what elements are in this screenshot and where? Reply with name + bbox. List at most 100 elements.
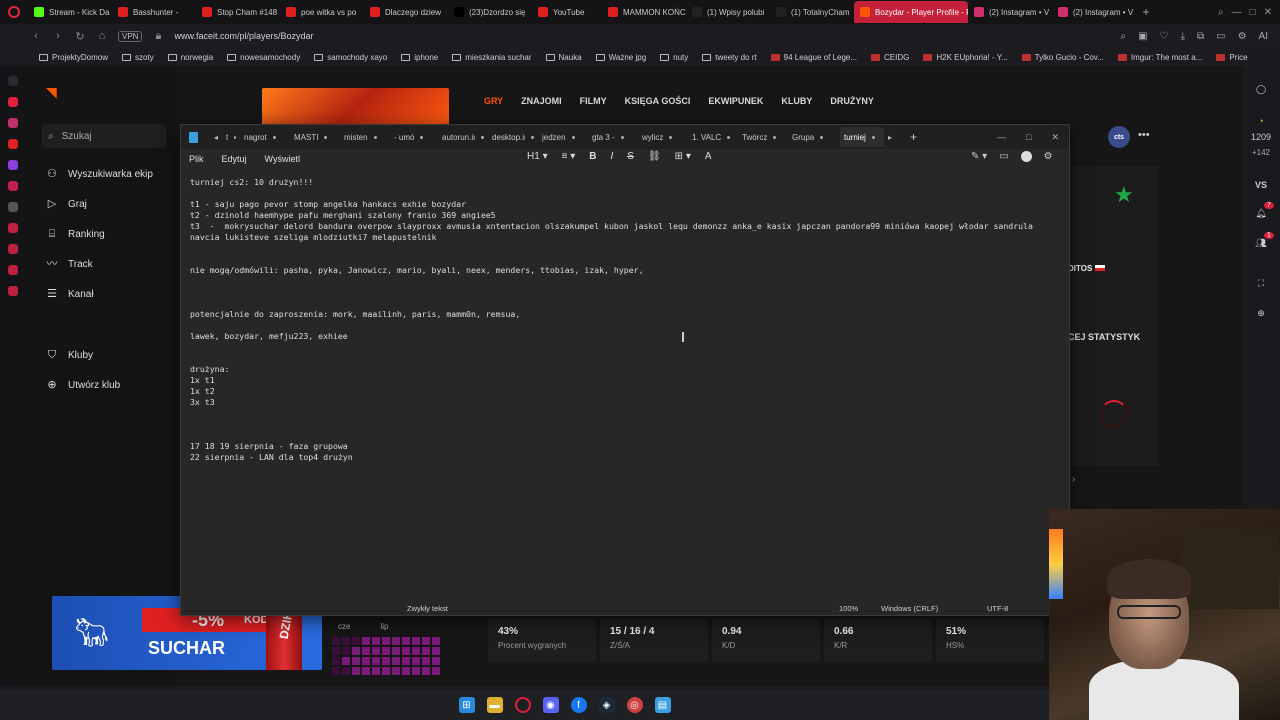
- maximize-button[interactable]: □: [1250, 7, 1256, 18]
- faceit-top-tab[interactable]: EKWIPUNEK: [708, 96, 763, 106]
- faceit-nav-item[interactable]: ⚇ Wyszukiwarka ekip: [46, 168, 153, 180]
- unsaved-dot-icon[interactable]: [669, 135, 673, 139]
- download-icon[interactable]: ⤓: [1181, 31, 1185, 42]
- unsaved-dot-icon[interactable]: [820, 135, 824, 139]
- bookmark-item[interactable]: Price history, price...: [1209, 53, 1250, 62]
- heart-sidebar-icon[interactable]: [8, 265, 18, 275]
- messenger-icon[interactable]: [8, 76, 18, 86]
- unsaved-dot-icon[interactable]: [727, 135, 731, 139]
- browser-tab[interactable]: Basshunter -: [112, 1, 196, 23]
- faceit-nav-item[interactable]: ⊕ Utwórz klub: [46, 379, 120, 391]
- file-explorer-icon[interactable]: ▬: [486, 697, 503, 713]
- more-icon[interactable]: •••: [1138, 129, 1150, 141]
- bookmark-item[interactable]: nuty: [653, 53, 695, 62]
- faceit-nav-item[interactable]: 〰 Track: [46, 258, 93, 270]
- instagram-icon[interactable]: [8, 118, 18, 128]
- bookmark-item[interactable]: mieszkania suchar: [445, 53, 538, 62]
- notepad-tab[interactable]: t: [222, 127, 240, 147]
- bookmark-item[interactable]: CEIDG: [864, 53, 916, 62]
- easy-setup-icon[interactable]: ⚙: [1238, 31, 1247, 42]
- search-icon[interactable]: ⌕: [1121, 31, 1127, 42]
- browser-tab[interactable]: Stop Cham #148: [196, 1, 280, 23]
- new-notepad-tab-button[interactable]: +: [896, 130, 931, 144]
- notepad-taskbar-icon[interactable]: ▤: [654, 697, 671, 713]
- chat-icon[interactable]: ▭: [999, 151, 1008, 162]
- search-tabs-icon[interactable]: ⌕: [1218, 7, 1224, 18]
- twitch-icon[interactable]: [8, 160, 18, 170]
- faceit-top-tab[interactable]: ZNAJOMI: [521, 96, 562, 106]
- x-icon[interactable]: [8, 202, 18, 212]
- menu-item[interactable]: Edytuj: [222, 154, 247, 164]
- browser-tab[interactable]: (2) Instagram • V: [1052, 1, 1136, 23]
- notepad-tab[interactable]: desktop.ini: [488, 127, 538, 147]
- vpn-badge[interactable]: VPN: [118, 30, 143, 42]
- scroll-tabs-left-icon[interactable]: ◂: [210, 133, 222, 142]
- snapshot-icon[interactable]: ▣: [1138, 31, 1147, 42]
- faceit-nav-item[interactable]: ▷ Graj: [46, 198, 87, 210]
- chevron-right-icon[interactable]: ›: [1072, 474, 1075, 485]
- account-avatar[interactable]: [1020, 151, 1032, 162]
- browser-tab[interactable]: Stream - Kick Da: [28, 1, 112, 23]
- bell-icon[interactable]: 🔔︎: [1242, 208, 1280, 219]
- faceit-logo-icon[interactable]: ◥: [46, 84, 62, 100]
- unsaved-dot-icon[interactable]: [531, 135, 534, 139]
- browser-tab[interactable]: MAMMON KOŃC: [602, 1, 686, 23]
- faceit-search[interactable]: ⌕ Szukaj: [42, 124, 166, 148]
- bookmark-item[interactable]: iphone: [394, 53, 445, 62]
- cts-badge[interactable]: cts: [1108, 126, 1130, 148]
- opera-logo-icon[interactable]: [0, 0, 28, 24]
- notepad-tab[interactable]: Grupa: [788, 127, 840, 147]
- spotify-icon[interactable]: [8, 181, 18, 191]
- notepad-text-area[interactable]: turniej cs2: 10 drużyn!!! t1 - saju pago …: [190, 177, 1060, 593]
- bookmark-item[interactable]: Imgur: The most a...: [1111, 53, 1209, 62]
- bookmark-item[interactable]: Tylko Gucio - Cov...: [1015, 53, 1111, 62]
- unsaved-dot-icon[interactable]: [272, 135, 276, 139]
- bold-button[interactable]: B: [589, 151, 596, 162]
- unsaved-dot-icon[interactable]: [871, 135, 875, 139]
- add-circle-icon[interactable]: ⊕: [1242, 308, 1280, 319]
- strikethrough-button[interactable]: S: [627, 151, 634, 162]
- notepad-tab[interactable]: Twórcz: [738, 127, 788, 147]
- menu-item[interactable]: Plik: [189, 154, 204, 164]
- menu-item[interactable]: Wyświetl: [265, 154, 300, 164]
- notepad-tab[interactable]: autorun.inf: [438, 127, 488, 147]
- vs-button[interactable]: VS: [1242, 180, 1280, 190]
- link-button[interactable]: ⛓: [648, 151, 661, 162]
- status-encoding[interactable]: UTF-8: [987, 604, 1008, 613]
- home-icon[interactable]: ⌂: [96, 30, 108, 42]
- bookmark-icon[interactable]: [8, 244, 18, 254]
- maximize-button[interactable]: □: [1026, 132, 1031, 143]
- status-line-ending[interactable]: Windows (CRLF): [881, 604, 938, 613]
- discord-icon[interactable]: ◉: [542, 697, 559, 713]
- unsaved-dot-icon[interactable]: [373, 135, 377, 139]
- faceit-top-tab[interactable]: GRY: [484, 96, 503, 106]
- browser-tab[interactable]: Dlaczego dziew: [364, 1, 448, 23]
- faceit-top-tab[interactable]: KSIĘGA GOŚCI: [625, 96, 691, 106]
- aria-icon[interactable]: [8, 97, 18, 107]
- facebook-icon[interactable]: f: [570, 697, 587, 713]
- bookmark-item[interactable]: H2K EUphoria! - Y...: [916, 53, 1014, 62]
- unsaved-dot-icon[interactable]: [481, 135, 484, 139]
- bookmark-item[interactable]: 94 League of Lege...: [764, 53, 864, 62]
- bookmark-item[interactable]: szoty: [115, 53, 161, 62]
- url-field[interactable]: www.faceit.com/pl/players/Bozydar: [174, 31, 313, 41]
- close-button[interactable]: ✕: [1051, 132, 1059, 143]
- notepad-tab[interactable]: misten: [340, 127, 390, 147]
- chrome-icon[interactable]: ◎: [626, 697, 643, 713]
- reload-icon[interactable]: ↻: [74, 30, 86, 43]
- faceit-nav-item[interactable]: ⌸ Ranking: [46, 228, 105, 240]
- scroll-tabs-right-icon[interactable]: ▸: [884, 133, 896, 142]
- unsaved-dot-icon[interactable]: [233, 135, 236, 139]
- table-dropdown[interactable]: ⊞ ▾: [675, 151, 691, 162]
- bookmark-item[interactable]: norwegia: [161, 53, 220, 62]
- back-icon[interactable]: ‹: [30, 30, 42, 42]
- notepad-tab[interactable]: turniej: [840, 127, 884, 147]
- bookmark-item[interactable]: Ważne jpg: [589, 53, 654, 62]
- unsaved-dot-icon[interactable]: [324, 135, 328, 139]
- browser-tab[interactable]: YouTube: [532, 1, 602, 23]
- profile-icon[interactable]: ◯: [1242, 84, 1280, 95]
- unsaved-dot-icon[interactable]: [620, 135, 624, 139]
- party-icon[interactable]: ⛶: [1242, 278, 1280, 289]
- lock-icon[interactable]: 🔒︎: [152, 30, 164, 43]
- italic-button[interactable]: I: [611, 151, 614, 162]
